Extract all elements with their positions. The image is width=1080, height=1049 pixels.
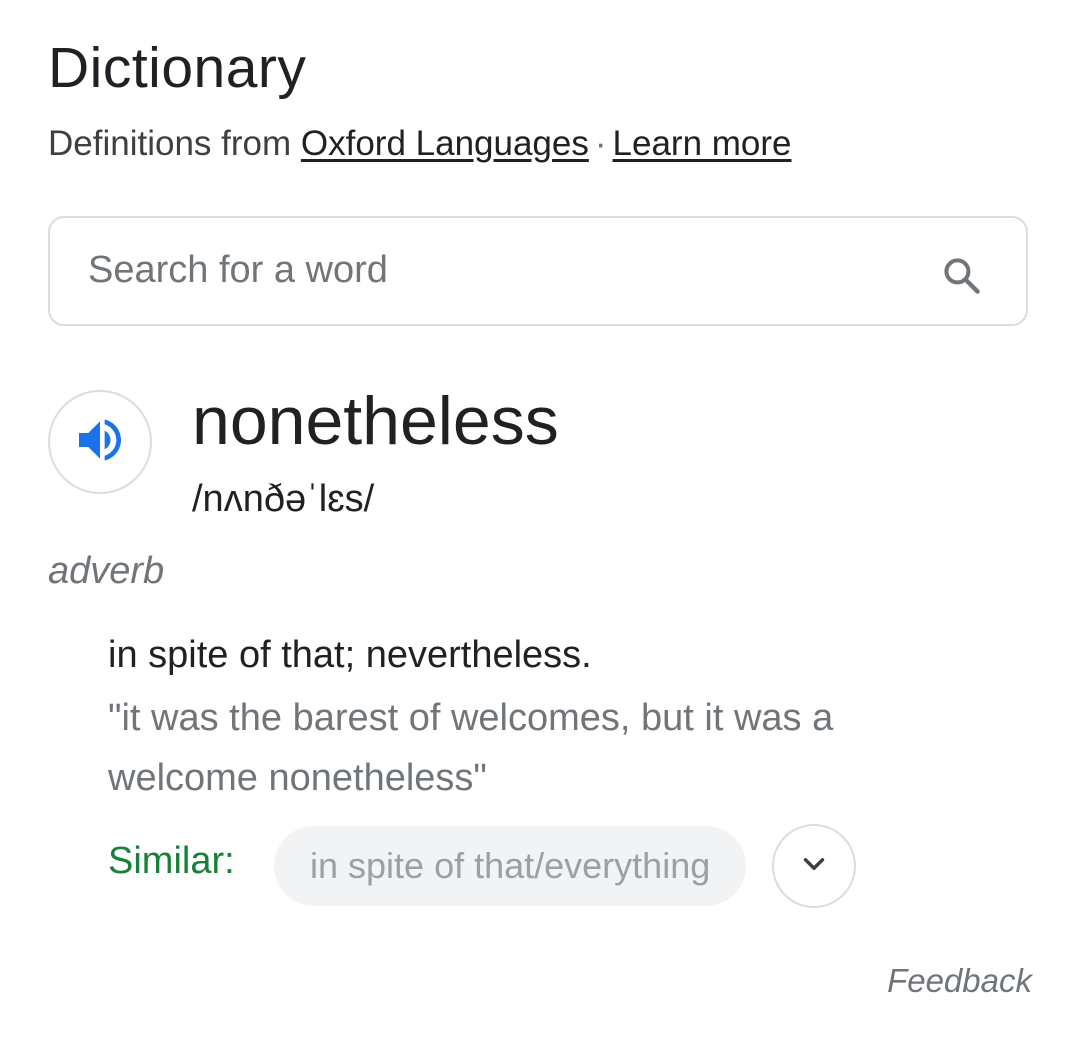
source-prefix: Definitions from bbox=[48, 124, 292, 163]
similar-chip[interactable]: in spite of that/everything bbox=[274, 826, 747, 906]
chevron-down-icon bbox=[797, 847, 831, 886]
phonetic-spelling: /nʌnðəˈlɛs/ bbox=[192, 478, 375, 520]
headword: nonetheless bbox=[192, 383, 559, 459]
expand-similar-button[interactable] bbox=[772, 824, 856, 908]
similar-label: Similar: bbox=[108, 840, 235, 882]
dictionary-title: Dictionary bbox=[48, 36, 307, 100]
speaker-icon bbox=[72, 412, 128, 473]
oxford-languages-link[interactable]: Oxford Languages bbox=[301, 124, 589, 163]
search-icon[interactable] bbox=[940, 254, 984, 298]
feedback-link[interactable]: Feedback bbox=[887, 958, 1032, 1004]
learn-more-link[interactable]: Learn more bbox=[613, 124, 792, 163]
part-of-speech: adverb bbox=[48, 550, 165, 592]
search-box[interactable] bbox=[48, 216, 1028, 326]
pronunciation-button[interactable] bbox=[48, 390, 152, 494]
definition-text: in spite of that; nevertheless. bbox=[108, 634, 592, 676]
example-sentence: "it was the barest of welcomes, but it w… bbox=[108, 697, 834, 799]
source-line: Definitions from Oxford Languages · Learn … bbox=[48, 122, 792, 166]
separator-dot: · bbox=[594, 124, 607, 163]
search-input[interactable] bbox=[88, 240, 908, 300]
